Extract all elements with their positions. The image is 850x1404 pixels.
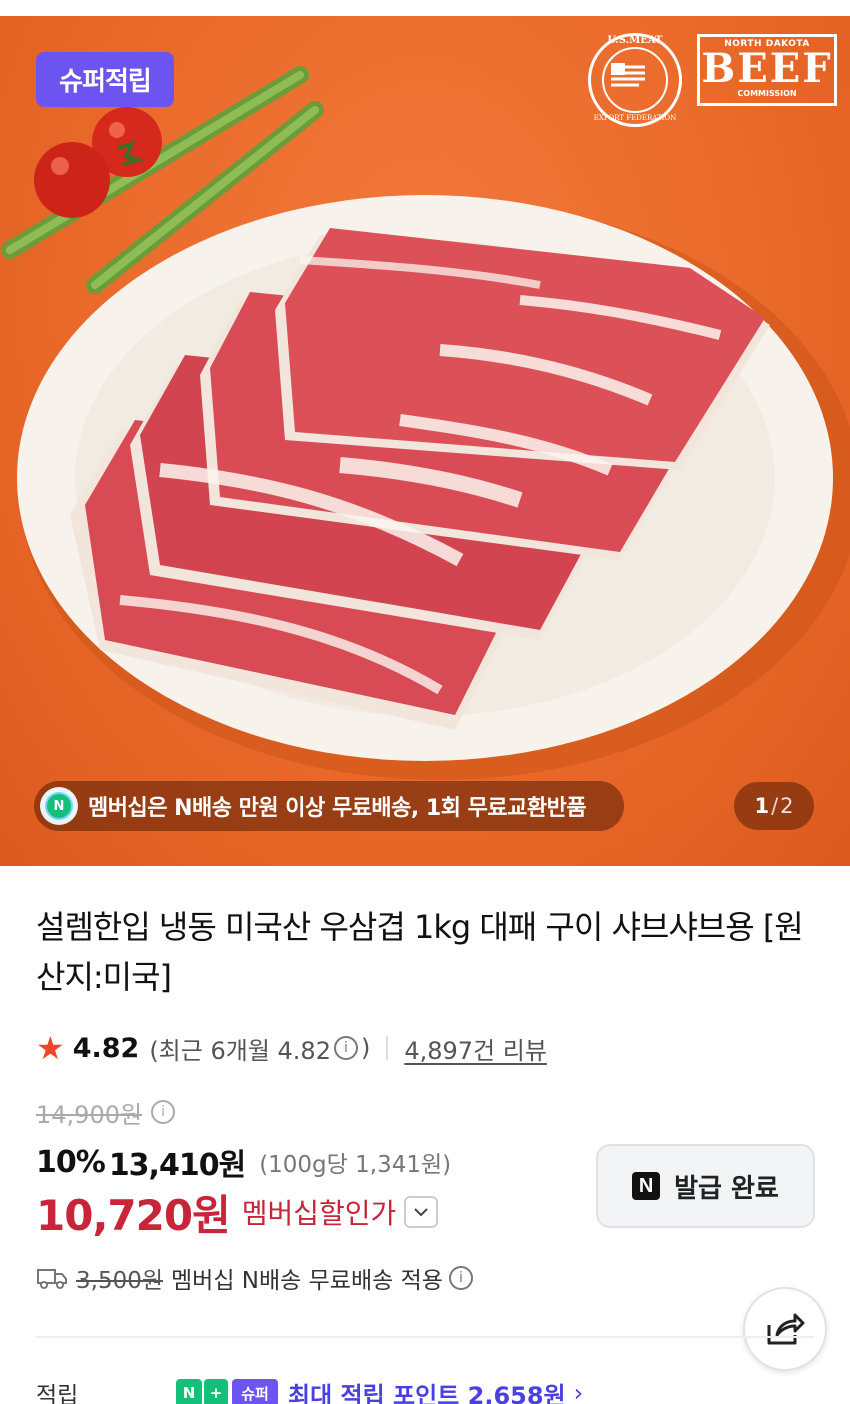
membership-promo-banner[interactable]: N 멤버십은 N배송 만원 이상 무료배송, 1회 무료교환반품: [34, 781, 624, 831]
member-price: 10,720원: [36, 1190, 231, 1240]
info-icon[interactable]: i: [448, 1266, 473, 1290]
share-button[interactable]: [743, 1287, 827, 1371]
naver-n-chip: N: [176, 1379, 202, 1404]
truck-icon: [37, 1269, 67, 1289]
sale-price-row: 10% 13,410원 (100g당 1,341원): [36, 1140, 451, 1184]
chevron-down-icon: [414, 1208, 428, 1217]
member-price-label: 멤버십할인가: [241, 1197, 397, 1230]
original-shipping-fee: 3,500원: [76, 1268, 164, 1294]
member-price-row: 10,720원 멤버십할인가: [36, 1186, 439, 1240]
tomato-icon: [34, 107, 162, 218]
super-chip: 슈퍼: [232, 1379, 278, 1404]
product-image[interactable]: 슈퍼적립 U.S.MEAT EXPORT FEDERATION NORTH DA…: [0, 0, 850, 866]
naver-n-icon: N: [632, 1172, 661, 1200]
original-price: 14,900원: [36, 1100, 143, 1129]
pager-separator: /: [771, 794, 779, 818]
image-pager: 1 / 2: [734, 782, 814, 830]
usmeat-logo: U.S.MEAT EXPORT FEDERATION: [588, 33, 682, 127]
naver-membership-icon: N: [40, 787, 78, 825]
share-icon: [767, 1313, 805, 1345]
usmeat-logo-bottom: EXPORT FEDERATION: [593, 114, 677, 122]
promo-text: 멤버십은 N배송 만원 이상 무료배송, 1회 무료교환반품: [88, 796, 587, 821]
info-icon[interactable]: i: [151, 1100, 176, 1124]
coupon-button-label: 발급 완료: [674, 1173, 779, 1204]
rating-value: 4.82: [72, 1032, 140, 1064]
sale-price: 13,410원: [108, 1148, 246, 1183]
recent-rating-close: ): [360, 1034, 371, 1062]
nd-beef-logo-word: BEEF: [701, 45, 833, 92]
beef-plate-illustration: [1, 66, 850, 780]
points-label: 적립: [36, 1383, 79, 1404]
plus-chip: +: [204, 1379, 228, 1404]
review-count-link[interactable]: 4,897건 리뷰: [404, 1031, 547, 1066]
pager-current: 1: [754, 794, 770, 818]
discount-rate: 10%: [36, 1144, 106, 1180]
max-points-text: 최대 적립 포인트 2,658원: [288, 1381, 566, 1404]
points-row[interactable]: 적립 N + 슈퍼 최대 적립 포인트 2,658원 ›: [36, 1376, 583, 1404]
recent-rating: (최근 6개월 4.82: [149, 1036, 331, 1065]
super-points-badge: 슈퍼적립: [36, 52, 174, 107]
shipping-row: 3,500원 멤버십 N배송 무료배송 적용 i: [36, 1258, 476, 1298]
flag-icon: [611, 63, 645, 87]
shipping-text: 멤버십 N배송 무료배송 적용: [171, 1268, 443, 1294]
divider: [386, 1036, 389, 1060]
usmeat-logo-top: U.S.MEAT: [607, 35, 663, 46]
nd-beef-logo: NORTH DAKOTA BEEF COMMISSION: [697, 34, 837, 106]
pager-total: 2: [780, 794, 794, 818]
star-icon: ★: [36, 1029, 65, 1067]
chevron-right-icon: ›: [573, 1379, 584, 1404]
section-divider: [36, 1336, 814, 1338]
original-price-row: 14,900원 i: [36, 1094, 178, 1130]
coupon-issued-button[interactable]: N 발급 완료: [596, 1144, 815, 1228]
unit-price: (100g당 1,341원): [259, 1152, 452, 1178]
info-icon[interactable]: i: [333, 1036, 358, 1060]
rating-row: ★ 4.82 (최근 6개월 4.82 i ) 4,897건 리뷰: [36, 1028, 547, 1068]
product-title: 설렘한입 냉동 미국산 우삼겹 1kg 대패 구이 샤브샤브용 [원산지:미국]: [36, 908, 804, 996]
member-price-dropdown-button[interactable]: [404, 1196, 439, 1228]
